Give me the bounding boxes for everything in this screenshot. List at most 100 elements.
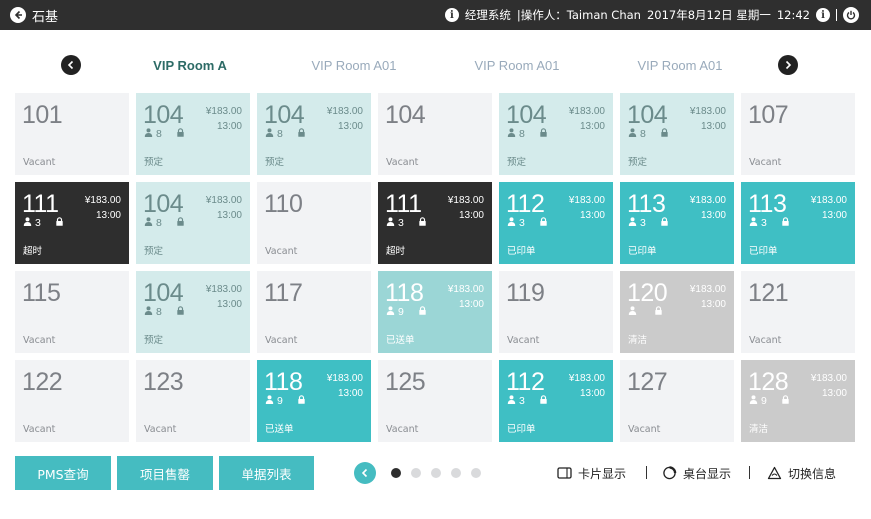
room-card[interactable]: 104 ¥183.00 13:00 8 预定 [620,93,734,175]
room-card[interactable]: 127 Vacant [620,360,734,442]
room-number: 118 [264,368,303,396]
room-card[interactable]: 117 Vacant [257,271,371,353]
lock-icon [176,217,185,229]
room-card[interactable]: 104 ¥183.00 13:00 8 预定 [136,271,250,353]
room-status: 清洁 [628,335,648,346]
room-time: 13:00 [821,388,847,399]
room-card[interactable]: 121 Vacant [741,271,855,353]
next-room-arrow-icon[interactable] [778,55,798,75]
room-card[interactable]: 112 ¥183.00 13:00 3 已印单 [499,182,613,264]
room-card[interactable]: 111 ¥183.00 13:00 3 超时 [378,182,492,264]
person-icon [628,306,637,318]
lock-icon [418,306,427,318]
table-view-toggle[interactable]: 桌台显示 [662,465,731,481]
room-status: Vacant [386,424,419,435]
room-number: 123 [143,368,184,396]
room-meta: 8 [144,128,185,140]
guest-count: 8 [156,306,162,318]
person-icon [144,128,153,140]
room-card[interactable]: 118 ¥183.00 13:00 9 已送单 [378,271,492,353]
guest-count: 9 [277,395,283,407]
room-card[interactable]: 119 Vacant [499,271,613,353]
room-card[interactable]: 111 ¥183.00 13:00 3 超时 [15,182,129,264]
room-price: ¥183.00 [326,373,363,384]
room-time: 13:00 [216,299,242,310]
room-status: 预定 [144,157,164,168]
room-number: 128 [748,368,789,396]
room-number: 104 [627,101,668,129]
room-meta [628,306,663,318]
room-card[interactable]: 112 ¥183.00 13:00 3 已印单 [499,360,613,442]
room-time: 13:00 [216,121,242,132]
room-number: 111 [22,190,59,218]
room-card[interactable]: 113 ¥183.00 13:00 3 已印单 [620,182,734,264]
room-card[interactable]: 104 Vacant [378,93,492,175]
pager-dot[interactable] [391,468,401,478]
room-number: 117 [264,279,303,307]
room-card[interactable]: 104 ¥183.00 13:00 8 预定 [136,93,250,175]
pager-prev-icon[interactable] [354,462,376,484]
room-status: 预定 [144,335,164,346]
room-meta: 8 [144,306,185,318]
room-status: 已印单 [749,246,778,257]
person-icon [507,217,516,229]
room-card[interactable]: 110 Vacant [257,182,371,264]
room-card[interactable]: 118 ¥183.00 13:00 9 已送单 [257,360,371,442]
room-status: Vacant [144,424,177,435]
room-status: 超时 [23,246,43,257]
pager-dot[interactable] [451,468,461,478]
tab-vip-room-a[interactable]: VIP Room A [130,58,250,76]
room-status: Vacant [265,246,298,257]
room-status: 已印单 [507,246,536,257]
room-time: 13:00 [458,299,484,310]
room-card[interactable]: 104 ¥183.00 13:00 8 预定 [257,93,371,175]
room-card[interactable]: 125 Vacant [378,360,492,442]
pms-query-button[interactable]: PMS查询 [15,456,111,490]
person-icon [386,306,395,318]
room-status: 已送单 [265,424,294,435]
room-card[interactable]: 128 ¥183.00 13:00 9 清洁 [741,360,855,442]
sold-out-button[interactable]: 项目售罄 [117,456,213,490]
room-card[interactable]: 120 ¥183.00 13:00 清洁 [620,271,734,353]
tab-vip-room-a01[interactable]: VIP Room A01 [294,58,414,76]
power-icon[interactable] [843,7,859,23]
tab-vip-room-a01[interactable]: VIP Room A01 [457,58,577,76]
pager-dot[interactable] [411,468,421,478]
room-card[interactable]: 113 ¥183.00 13:00 3 已印单 [741,182,855,264]
room-number: 125 [385,368,426,396]
person-icon [23,217,32,229]
info-icon[interactable]: i [444,8,459,22]
bill-list-button[interactable]: 单据列表 [219,456,314,490]
pager-dot[interactable] [431,468,441,478]
tab-vip-room-a01[interactable]: VIP Room A01 [620,58,740,76]
room-meta: 3 [386,217,427,229]
person-icon [386,217,395,229]
room-status: Vacant [628,424,661,435]
guest-count: 8 [640,128,646,140]
prev-room-arrow-icon[interactable] [61,55,81,75]
switch-info-toggle[interactable]: 切换信息 [767,465,836,481]
room-card[interactable]: 115 Vacant [15,271,129,353]
room-number: 121 [748,279,789,307]
room-meta: 3 [749,217,790,229]
room-time: 13:00 [458,210,484,221]
room-card[interactable]: 123 Vacant [136,360,250,442]
room-status: Vacant [749,157,782,168]
info-icon[interactable]: i [816,8,830,22]
room-meta: 3 [507,217,548,229]
room-card[interactable]: 101 Vacant [15,93,129,175]
pager-dot[interactable] [471,468,481,478]
guest-count: 3 [519,217,525,229]
back-arrow-icon[interactable] [10,7,26,23]
card-view-toggle[interactable]: 卡片显示 [557,465,626,481]
room-card[interactable]: 104 ¥183.00 13:00 8 预定 [499,93,613,175]
lock-icon [55,217,64,229]
room-card[interactable]: 107 Vacant [741,93,855,175]
room-time: 13:00 [337,388,363,399]
room-status: Vacant [749,335,782,346]
room-number: 115 [22,279,61,307]
room-card[interactable]: 122 Vacant [15,360,129,442]
divider [646,466,647,479]
guest-count: 3 [761,217,767,229]
room-card[interactable]: 104 ¥183.00 13:00 8 预定 [136,182,250,264]
